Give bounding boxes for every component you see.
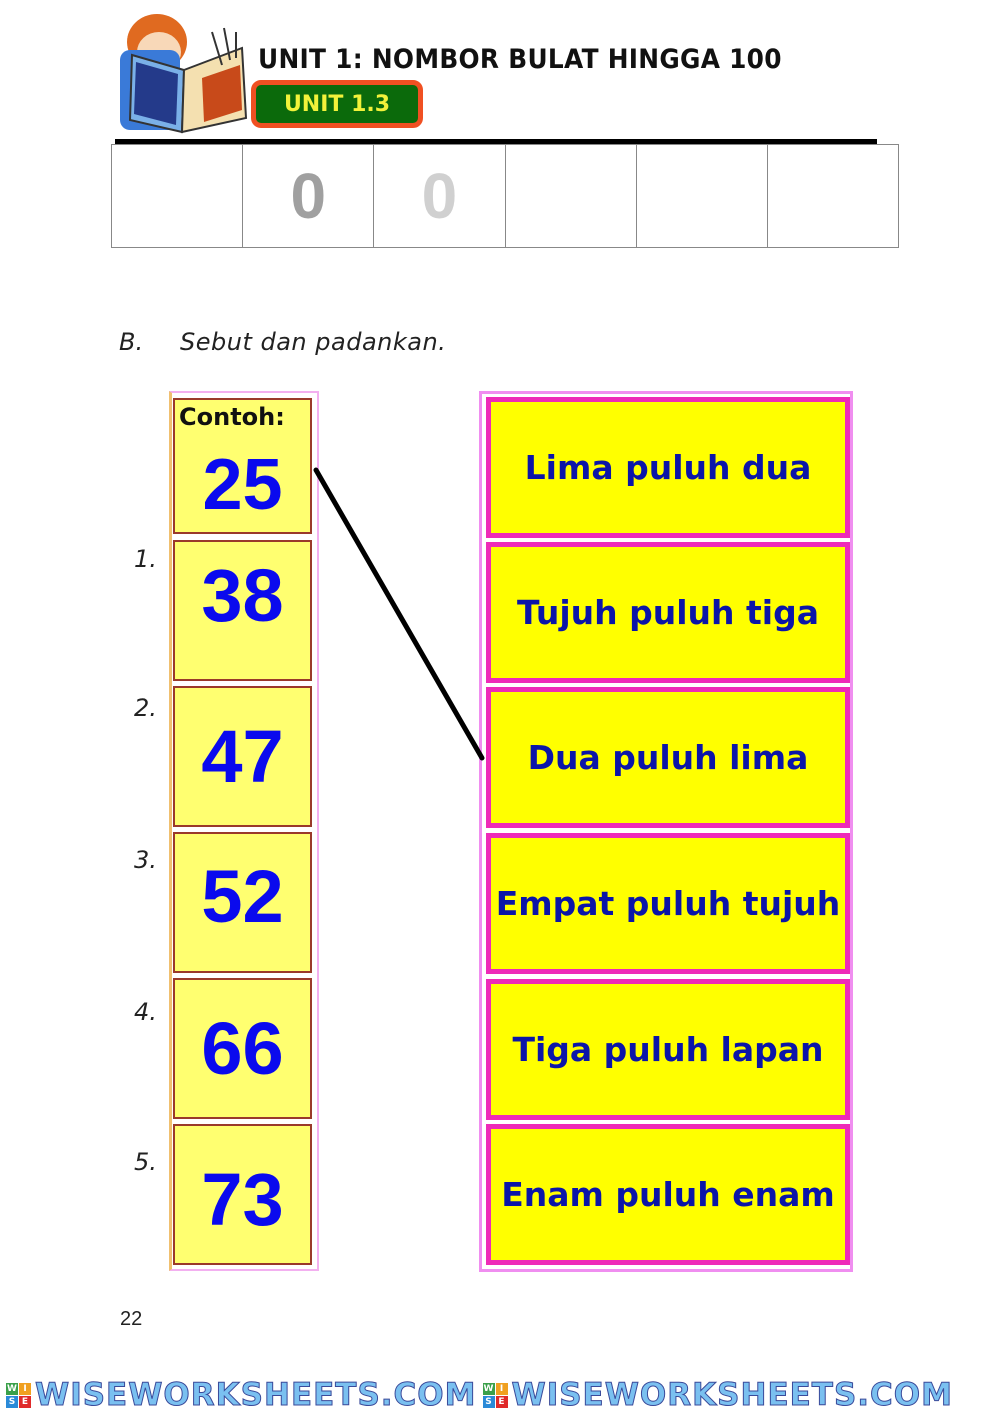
unit-badge: UNIT 1.3 [251, 80, 423, 128]
number-box[interactable]: 38 [173, 540, 312, 681]
question-index: 3. [134, 846, 157, 874]
word-text: Enam puluh enam [501, 1175, 835, 1214]
number-box[interactable]: 47 [173, 686, 312, 827]
question-index: 2. [134, 694, 157, 722]
word-box[interactable]: Enam puluh enam [486, 1124, 850, 1265]
word-text: Tiga puluh lapan [512, 1030, 824, 1069]
wise-logo-icon: W I S E [6, 1382, 31, 1408]
question-index: 1. [134, 545, 157, 573]
section-letter: B. [119, 328, 144, 356]
watermark-text: WISEWORKSHEETS.COM [35, 1377, 477, 1414]
place-value-cell [506, 145, 637, 247]
unit-title: UNIT 1: NOMBOR BULAT HINGGA 100 [258, 44, 782, 75]
word-text: Tujuh puluh tiga [516, 593, 820, 632]
watermark-group: W I S E WISEWORKSHEETS.COM [0, 1375, 477, 1415]
page-number: 22 [120, 1308, 143, 1330]
number-box[interactable]: 66 [173, 978, 312, 1119]
question-index: 4. [134, 998, 157, 1026]
place-value-cell: 0 [374, 145, 506, 247]
number-value: 73 [201, 1158, 284, 1241]
example-label: Contoh: [179, 403, 285, 431]
word-box[interactable]: Tujuh puluh tiga [486, 542, 850, 683]
example-number: 25 [202, 445, 283, 525]
place-value-table: 0 0 [111, 144, 899, 248]
instruction-text: Sebut dan padankan. [180, 328, 447, 356]
word-box[interactable]: Lima puluh dua [486, 397, 850, 538]
match-line [313, 467, 485, 761]
watermark: W I S E WISEWORKSHEETS.COM W I S E WISEW… [0, 1375, 1000, 1415]
number-value: 52 [201, 855, 284, 938]
word-text: Lima puluh dua [524, 448, 812, 487]
word-text: Dua puluh lima [527, 738, 809, 777]
watermark-text: WISEWORKSHEETS.COM [511, 1377, 953, 1414]
watermark-group: W I S E WISEWORKSHEETS.COM [477, 1375, 954, 1415]
word-box[interactable]: Tiga puluh lapan [486, 979, 850, 1120]
wise-logo-icon: W I S E [482, 1382, 508, 1408]
place-value-cell [768, 145, 898, 247]
word-box[interactable]: Empat puluh tujuh [486, 833, 850, 974]
question-index: 5. [134, 1148, 157, 1176]
number-value: 38 [201, 554, 284, 637]
number-box[interactable]: 52 [173, 832, 312, 973]
place-value-cell [637, 145, 768, 247]
place-value-cell: 0 [243, 145, 375, 247]
word-box[interactable]: Dua puluh lima [486, 687, 850, 828]
number-box[interactable]: 73 [173, 1124, 312, 1265]
number-value: 66 [201, 1007, 284, 1090]
place-value-cell [112, 145, 244, 247]
word-text: Empat puluh tujuh [495, 884, 841, 923]
boy-reading-book-icon [120, 14, 248, 134]
number-value: 47 [201, 715, 284, 798]
